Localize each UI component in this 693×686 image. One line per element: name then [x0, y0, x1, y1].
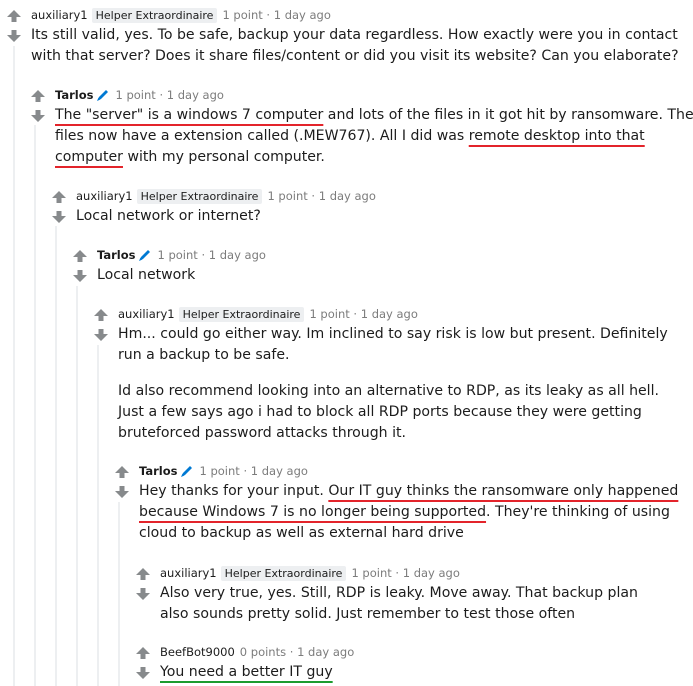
- downvote-arrow-icon[interactable]: [7, 30, 21, 42]
- comment-text: Hey thanks for your input. Our IT guy th…: [139, 481, 687, 544]
- downvote-arrow-icon[interactable]: [52, 211, 66, 223]
- comment-body: Hey thanks for your input. Our IT guy th…: [139, 481, 687, 544]
- points: 1 point: [115, 88, 156, 102]
- separator: ·: [159, 88, 164, 102]
- username[interactable]: auxiliary1: [76, 189, 133, 203]
- comment-meta: auxiliary1 Helper Extraordinaire 1 point ·…: [31, 7, 331, 23]
- text-segment: with my personal computer.: [122, 149, 325, 165]
- comment-meta: Tarlos 1 point · 1 day ago: [139, 463, 308, 479]
- comment-text: The "server" is a windows 7 computer and…: [55, 105, 693, 168]
- comment-meta: auxiliary1 Helper Extraordinaire 1 point ·…: [160, 565, 460, 581]
- comment-body: Hm... could go either way. Im inclined t…: [118, 324, 688, 444]
- separator: ·: [353, 307, 358, 321]
- username[interactable]: Tarlos: [97, 248, 135, 262]
- comment-body: The "server" is a windows 7 computer and…: [55, 105, 693, 168]
- downvote-arrow-icon[interactable]: [94, 329, 108, 341]
- user-flair: Helper Extraordinaire: [91, 8, 218, 23]
- username[interactable]: BeefBot9000: [160, 645, 235, 659]
- thread-line[interactable]: [34, 125, 36, 686]
- upvote-arrow-icon[interactable]: [52, 191, 66, 203]
- username[interactable]: auxiliary1: [31, 8, 88, 22]
- timestamp[interactable]: 1 day ago: [361, 307, 418, 321]
- comment-text: Hm... could go either way. Im inclined t…: [118, 326, 668, 363]
- separator: ·: [201, 248, 206, 262]
- separator: ·: [289, 645, 294, 659]
- upvote-arrow-icon[interactable]: [136, 647, 150, 659]
- upvote-arrow-icon[interactable]: [115, 466, 129, 478]
- downvote-arrow-icon[interactable]: [136, 588, 150, 600]
- user-flair: Helper Extraordinaire: [220, 566, 347, 581]
- thread-line[interactable]: [13, 46, 15, 686]
- user-flair: Helper Extraordinaire: [136, 189, 263, 204]
- comment-text: Local network: [97, 267, 196, 283]
- points: 0 points: [239, 645, 287, 659]
- timestamp[interactable]: 1 day ago: [209, 248, 266, 262]
- points: 1 point: [309, 307, 350, 321]
- username[interactable]: Tarlos: [55, 88, 93, 102]
- comment-text: You need a better IT guy: [160, 662, 680, 683]
- upvote-arrow-icon[interactable]: [7, 10, 21, 22]
- points: 1 point: [351, 566, 392, 580]
- username[interactable]: auxiliary1: [160, 566, 217, 580]
- points: 1 point: [222, 8, 263, 22]
- downvote-arrow-icon[interactable]: [73, 270, 87, 282]
- separator: ·: [266, 8, 271, 22]
- text-segment: Hey thanks for your input.: [139, 483, 329, 499]
- downvote-arrow-icon[interactable]: [31, 110, 45, 122]
- upvote-arrow-icon[interactable]: [94, 309, 108, 321]
- comment-text: Its still valid, yes. To be safe, backup…: [31, 27, 679, 64]
- separator: ·: [311, 189, 316, 203]
- points: 1 point: [157, 248, 198, 262]
- comment-meta: auxiliary1 Helper Extraordinaire 1 point ·…: [76, 188, 376, 204]
- username[interactable]: auxiliary1: [118, 307, 175, 321]
- thread-line[interactable]: [55, 226, 57, 686]
- timestamp[interactable]: 1 day ago: [319, 189, 376, 203]
- separator: ·: [395, 566, 400, 580]
- timestamp[interactable]: 1 day ago: [167, 88, 224, 102]
- separator: ·: [243, 464, 248, 478]
- highlighted-text: You need a better IT guy: [160, 664, 333, 680]
- thread-line[interactable]: [97, 345, 99, 686]
- comment-body: Local network: [97, 265, 687, 286]
- comment-meta: Tarlos 1 point · 1 day ago: [97, 247, 266, 263]
- comment-body: Also very true, yes. Still, RDP is leaky…: [160, 583, 660, 625]
- thread-line[interactable]: [76, 286, 78, 686]
- comment-meta: auxiliary1 Helper Extraordinaire 1 point ·…: [118, 306, 418, 322]
- pencil-icon: [138, 248, 152, 266]
- pencil-icon: [96, 88, 110, 106]
- timestamp[interactable]: 1 day ago: [251, 464, 308, 478]
- comment-body: Its still valid, yes. To be safe, backup…: [31, 25, 693, 67]
- user-flair: Helper Extraordinaire: [178, 307, 305, 322]
- comment-text: Id also recommend looking into an altern…: [118, 383, 659, 441]
- highlighted-text: The "server" is a windows 7 computer: [55, 107, 324, 123]
- timestamp[interactable]: 1 day ago: [403, 566, 460, 580]
- comment-meta: Tarlos 1 point · 1 day ago: [55, 87, 224, 103]
- timestamp[interactable]: 1 day ago: [274, 8, 331, 22]
- points: 1 point: [267, 189, 308, 203]
- upvote-arrow-icon[interactable]: [136, 568, 150, 580]
- timestamp[interactable]: 1 day ago: [297, 645, 354, 659]
- comment-body: You need a better IT guy: [160, 662, 680, 683]
- upvote-arrow-icon[interactable]: [73, 250, 87, 262]
- pencil-icon: [180, 464, 194, 482]
- username[interactable]: Tarlos: [139, 464, 177, 478]
- comment-body: Local network or internet?: [76, 206, 686, 227]
- downvote-arrow-icon[interactable]: [136, 667, 150, 679]
- comment-meta: BeefBot9000 0 points · 1 day ago: [160, 644, 354, 660]
- thread-line[interactable]: [118, 502, 120, 686]
- points: 1 point: [199, 464, 240, 478]
- upvote-arrow-icon[interactable]: [31, 90, 45, 102]
- comment-text: Also very true, yes. Still, RDP is leaky…: [160, 585, 638, 622]
- comment-text: Local network or internet?: [76, 208, 261, 224]
- downvote-arrow-icon[interactable]: [115, 486, 129, 498]
